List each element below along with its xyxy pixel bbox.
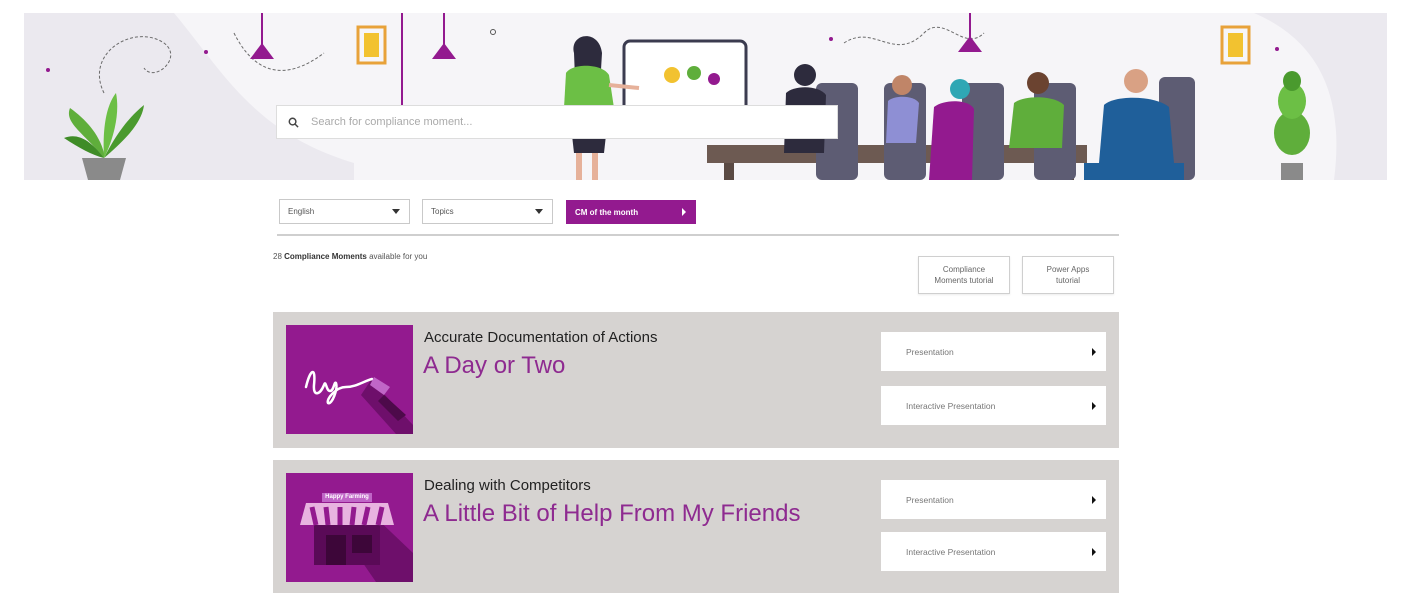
interactive-presentation-label: Interactive Presentation <box>906 400 996 411</box>
presentation-label: Presentation <box>906 346 954 357</box>
presentation-label: Presentation <box>906 494 954 505</box>
play-arrow-icon <box>1092 348 1096 356</box>
power-apps-tutorial-button[interactable]: Power Apps tutorial <box>1022 256 1114 294</box>
search-input[interactable] <box>311 116 811 128</box>
cm-of-the-month-button[interactable]: CM of the month <box>566 200 696 224</box>
storefront-sign-text: Happy Farming <box>325 494 369 500</box>
compliance-moment-card[interactable]: Accurate Documentation of Actions A Day … <box>273 312 1119 448</box>
chevron-down-icon <box>535 209 543 214</box>
presentation-button[interactable]: Presentation <box>881 480 1106 519</box>
tutorial-label-line2: Moments tutorial <box>934 276 994 285</box>
play-arrow-icon <box>1092 402 1096 410</box>
language-select-value: English <box>288 207 315 216</box>
interactive-presentation-button[interactable]: Interactive Presentation <box>881 532 1106 571</box>
chevron-down-icon <box>392 209 400 214</box>
search-bar[interactable] <box>276 105 838 139</box>
cm-of-the-month-label: CM of the month <box>575 207 639 217</box>
signature-pen-thumbnail <box>286 325 413 434</box>
card-topic: Dealing with Competitors <box>424 477 591 494</box>
play-arrow-icon <box>1092 496 1096 504</box>
interactive-presentation-label: Interactive Presentation <box>906 546 996 557</box>
interactive-presentation-button[interactable]: Interactive Presentation <box>881 386 1106 425</box>
count-suffix: available for you <box>369 252 428 261</box>
topics-select-value: Topics <box>431 207 454 216</box>
meeting-illustration <box>46 13 1387 180</box>
tutorial-label-line2: tutorial <box>1055 276 1080 285</box>
language-select[interactable]: English <box>279 199 410 224</box>
count-label-bold: Compliance Moments <box>284 252 367 261</box>
presentation-button[interactable]: Presentation <box>881 332 1106 371</box>
search-icon <box>285 114 301 130</box>
divider <box>277 234 1119 236</box>
tutorial-label-line1: Power Apps <box>1046 265 1090 274</box>
compliance-moments-tutorial-button[interactable]: Compliance Moments tutorial <box>918 256 1010 294</box>
storefront-thumbnail: Happy Farming <box>286 473 413 582</box>
tutorial-label-line1: Compliance <box>942 265 986 274</box>
moments-count: 28 Compliance Moments available for you <box>273 252 427 261</box>
card-title[interactable]: A Day or Two <box>423 352 565 380</box>
play-arrow-icon <box>1092 548 1096 556</box>
count-number: 28 <box>273 252 282 261</box>
card-title[interactable]: A Little Bit of Help From My Friends <box>423 500 800 528</box>
hero-banner <box>24 13 1387 180</box>
card-topic: Accurate Documentation of Actions <box>424 329 658 346</box>
topics-select[interactable]: Topics <box>422 199 553 224</box>
chevron-right-icon <box>682 208 686 216</box>
compliance-moment-card[interactable]: Happy Farming Dealing with Competitors A… <box>273 460 1119 593</box>
